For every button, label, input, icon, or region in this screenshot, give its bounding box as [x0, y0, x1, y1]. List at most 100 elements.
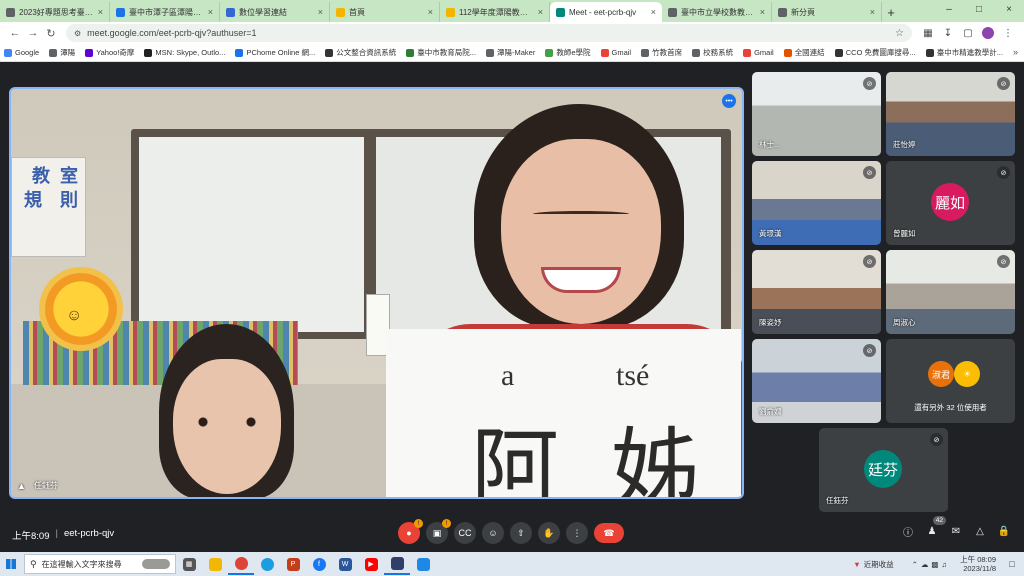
raise-hand-button[interactable]: ✋ — [538, 522, 560, 544]
activities-icon[interactable]: △ — [968, 526, 992, 537]
participant-tile[interactable]: 淑君 ☀ 還有另外 32 位使用者 — [886, 339, 1015, 423]
bookmark-star-icon[interactable]: ☆ — [895, 28, 904, 39]
browser-tab[interactable]: 2023好專題思考臺灣都市計× — [0, 2, 110, 22]
word-button[interactable]: W — [332, 553, 358, 575]
bookmark-item[interactable]: 全國連結 — [783, 47, 825, 58]
browser-tab[interactable]: 新分頁 × — [772, 2, 882, 22]
bookmark-item[interactable]: Gmail — [743, 48, 774, 57]
host-controls-icon[interactable]: 🔒 — [992, 526, 1016, 537]
browser-tab[interactable]: 臺中市潭子區潭陽國民小× — [110, 2, 220, 22]
tab-favicon-icon — [778, 7, 787, 17]
participant-tile[interactable]: 劉俞嫺 ⊘ — [752, 339, 881, 423]
reload-button[interactable]: ↻ — [42, 27, 60, 40]
whiteboard-button[interactable] — [410, 553, 436, 575]
site-info-icon[interactable]: ⚙ — [74, 29, 81, 38]
task-view-button[interactable]: ▦ — [176, 553, 202, 575]
participant-tile[interactable]: 廷芬 任鈺芬 ⊘ — [819, 428, 948, 512]
clock[interactable]: 上午 08:09 2023/11/8 — [960, 555, 996, 573]
more-options-button[interactable]: ⋮ — [566, 522, 588, 544]
chrome-button[interactable] — [228, 553, 254, 575]
url-text[interactable]: meet.google.com/eet-pcrb-qjv?authuser=1 — [87, 28, 895, 38]
participant-tile[interactable]: 黃璟漢 ⊘ — [752, 161, 881, 245]
participant-tile[interactable]: 林士... ⊘ — [752, 72, 881, 156]
notifications-icon[interactable]: □ — [1004, 559, 1020, 569]
bookmark-item[interactable]: Yahoo!奇摩 — [85, 47, 134, 58]
bookmark-item[interactable]: Google — [4, 48, 39, 57]
chat-icon[interactable]: ✉ — [944, 526, 968, 537]
bookmark-item[interactable]: CCO 免費圖庫搜尋... — [834, 47, 916, 58]
pin-icon[interactable]: ▲ — [17, 481, 26, 491]
profile-avatar[interactable] — [982, 27, 994, 39]
bookmark-item[interactable]: 竹教首席 — [641, 47, 682, 58]
youtube-button[interactable]: ▶ — [358, 553, 384, 575]
tray-icons[interactable]: ⌃☁▩♫ — [912, 560, 951, 569]
window-controls: – □ × — [934, 0, 1024, 20]
windows-logo-icon — [6, 559, 16, 569]
tab-close-icon[interactable]: × — [760, 7, 765, 17]
browser-tab[interactable]: 112學年度潭陽教師聯絡× — [440, 2, 550, 22]
reactions-button[interactable]: ☺ — [482, 522, 504, 544]
powerpoint-icon: P — [286, 557, 300, 571]
bookmark-item[interactable]: 教師e學院 — [545, 47, 591, 58]
address-bar[interactable]: ⚙ meet.google.com/eet-pcrb-qjv?authuser=… — [66, 24, 912, 42]
browser-tab[interactable]: 臺中市立學校數教育協 × — [662, 2, 772, 22]
people-icon[interactable]: ♟ 42 — [920, 516, 946, 537]
powerpoint-button[interactable]: P — [280, 553, 306, 575]
tab-close-icon[interactable]: × — [428, 7, 433, 17]
meeting-code[interactable]: eet-pcrb-qjv — [64, 528, 114, 542]
edge-button[interactable] — [254, 553, 280, 575]
minimize-button[interactable]: – — [934, 0, 964, 20]
muted-mic-icon: ⊘ — [997, 166, 1010, 179]
sidepanel-icon[interactable]: ▢ — [958, 28, 978, 39]
bookmark-favicon-icon — [4, 48, 12, 57]
tab-close-icon[interactable]: × — [870, 7, 875, 17]
leave-call-button[interactable]: ☎ — [594, 523, 624, 543]
browser-tab[interactable]: 數位學習連結 × — [220, 2, 330, 22]
downloads-icon[interactable]: ↧ — [938, 28, 958, 39]
facebook-button[interactable]: f — [306, 553, 332, 575]
bookmark-item[interactable]: Gmail — [600, 48, 631, 57]
new-tab-button[interactable]: + — [882, 2, 900, 22]
participant-tile[interactable]: 周淑心 ⊘ — [886, 250, 1015, 334]
tab-close-icon[interactable]: × — [538, 7, 543, 17]
microphone-button[interactable]: ●! — [398, 519, 423, 544]
bookmark-item[interactable]: 潭陽-Maker — [485, 47, 535, 58]
bookmarks-overflow-icon[interactable]: » — [1013, 47, 1018, 57]
bookmark-item[interactable]: PChome Online 網... — [235, 47, 315, 58]
bookmark-item[interactable]: 潭陽 — [49, 47, 75, 58]
participant-tile[interactable]: 陳姿妤 ⊘ — [752, 250, 881, 334]
camera-button[interactable]: ▣! — [426, 519, 451, 544]
meeting-details-icon[interactable]: ⓘ — [896, 524, 920, 539]
bookmark-favicon-icon — [406, 48, 415, 57]
browser-tab[interactable]: Meet - eet-pcrb-qjv × — [550, 2, 662, 22]
bookmark-item[interactable]: 臺中市精進教學計... — [925, 47, 1003, 58]
tab-close-icon[interactable]: × — [651, 7, 656, 17]
bookmark-item[interactable]: 臺中市教育局院... — [406, 47, 476, 58]
tab-close-icon[interactable]: × — [98, 7, 103, 17]
maximize-button[interactable]: □ — [964, 0, 994, 20]
bookmark-item[interactable]: MSN: Skype, Outlo... — [144, 48, 225, 57]
back-button[interactable]: ← — [6, 27, 24, 39]
taskbar-search[interactable]: ⚲ 在這裡輸入文字來搜尋 — [24, 554, 176, 574]
forward-button[interactable]: → — [24, 27, 42, 39]
present-button[interactable]: ⇧ — [510, 522, 532, 544]
participant-tile[interactable]: 莊怡婷 ⊘ — [886, 72, 1015, 156]
file-explorer-button[interactable] — [202, 553, 228, 575]
participant-name: 陳姿妤 — [759, 318, 782, 327]
captions-button[interactable]: CC — [454, 522, 476, 544]
bookmark-item[interactable]: 校務系統 — [692, 47, 733, 58]
close-window-button[interactable]: × — [994, 0, 1024, 20]
menu-icon[interactable]: ⋮ — [998, 28, 1018, 39]
browser-tab[interactable]: 首頁 × — [330, 2, 440, 22]
extensions-icon[interactable]: ▦ — [918, 28, 938, 39]
tab-close-icon[interactable]: × — [318, 7, 323, 17]
tab-close-icon[interactable]: × — [208, 7, 213, 17]
participant-tile[interactable]: 麗如 曾麗如 ⊘ — [886, 161, 1015, 245]
start-button[interactable] — [0, 553, 22, 575]
app-button[interactable] — [384, 553, 410, 575]
main-speaker-video[interactable]: 教 室 規 則 ☺ a tsé 阿 姊 ▲ 任鈺芬 ••• — [9, 87, 744, 499]
bookmark-favicon-icon — [783, 48, 792, 57]
weather-widget[interactable]: ▼ 近期收益 — [853, 559, 893, 570]
others-count-label: 還有另外 32 位使用者 — [914, 403, 987, 412]
bookmark-item[interactable]: 公文整合資訊系統 — [325, 47, 396, 58]
